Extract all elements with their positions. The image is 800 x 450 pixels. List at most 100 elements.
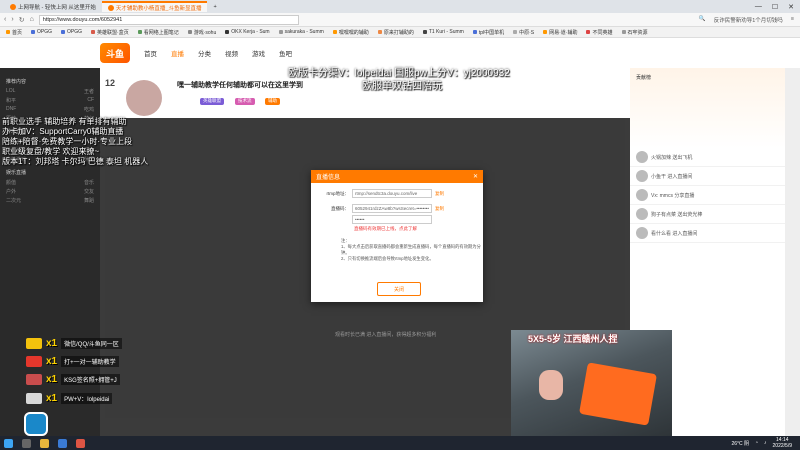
chat-avatar[interactable]	[636, 170, 648, 182]
streamer-avatar[interactable]	[126, 80, 162, 116]
close-icon[interactable]: ✕	[473, 173, 478, 180]
sidebar-category-link[interactable]: 原神	[6, 115, 16, 122]
windows-start-icon[interactable]	[4, 438, 13, 448]
bookmark-item[interactable]: sakuraka - Summ	[278, 29, 324, 35]
select-row: ••••••	[325, 215, 483, 224]
nav-fishbar[interactable]: 鱼吧	[279, 48, 292, 58]
browser-search-hint[interactable]: 🔍 反诈民警新劝导1个月切钱吗 ≡	[699, 16, 800, 24]
bookmark-item[interactable]: OPGG	[61, 29, 82, 35]
sidebar-category-link[interactable]: 单机游戏	[6, 147, 26, 154]
page-scrollbar[interactable]	[785, 68, 800, 436]
room-tag[interactable]: 辅助	[265, 98, 280, 105]
close-window-button[interactable]: ✕	[788, 3, 794, 11]
browser-tab-0[interactable]: 上网导航 - 轻快上网 从这里开始	[4, 1, 102, 12]
browser-icon[interactable]	[58, 438, 67, 448]
chat-text: 小鱼干 进入直播间	[651, 173, 693, 180]
sidebar-category-link[interactable]: 交友	[84, 188, 94, 195]
sidebar-category-link[interactable]: 舞蹈	[84, 197, 94, 204]
sidebar-category-link[interactable]: 手游	[84, 138, 94, 145]
maximize-button[interactable]: ☐	[772, 3, 778, 11]
bookmark-item[interactable]: 中原·S	[513, 29, 534, 36]
new-tab-button[interactable]: +	[207, 1, 222, 12]
room-tag[interactable]: 英雄联盟	[200, 98, 224, 105]
nav-game[interactable]: 游戏	[252, 48, 265, 58]
chat-message: 看什么看 进入直播间	[630, 224, 785, 243]
key-expiry-warning[interactable]: 直播码有效期已上线，点此了解	[354, 226, 483, 232]
task-view-icon[interactable]	[22, 438, 31, 448]
bookmark-item[interactable]: 游戏·sohu	[187, 29, 216, 36]
refresh-icon[interactable]: ↻	[19, 16, 25, 24]
line-select[interactable]: ••••••	[352, 215, 432, 224]
streamer-webcam: 5X5-5岁 江西赣州人捏	[511, 330, 672, 436]
nav-category[interactable]: 分类	[198, 48, 211, 58]
forward-arrow-icon[interactable]: ›	[11, 16, 13, 23]
room-rank: 12	[105, 78, 116, 88]
room-tag[interactable]: 技术流	[235, 98, 255, 105]
sidebar-category-link[interactable]: 颜值	[6, 179, 16, 186]
rtmp-field[interactable]: rtmp://sendtc3a.douyu.com/live	[352, 189, 432, 198]
stream-key-field[interactable]: 6052941rdzZAw8b?wsSecret=••••••••	[352, 204, 432, 213]
bookmark-item[interactable]: 不同英雄	[586, 29, 613, 36]
chat-list: 火锅加辣 送出飞机 小鱼干 进入直播间 Vx: mmcs 分享直播 狗子有点菜 送出荧…	[630, 148, 785, 243]
sidebar-category-link[interactable]: 户外	[6, 188, 16, 195]
file-explorer-icon[interactable]	[40, 438, 49, 448]
sidebar-category-link[interactable]: DNF	[6, 106, 16, 113]
nav-home[interactable]: 首页	[144, 48, 157, 58]
bookmark-item[interactable]: T1 Kuri - Summ	[422, 29, 464, 35]
bookmark-item[interactable]: 原来打辅助的	[377, 29, 414, 36]
chat-text: 火锅加辣 送出飞机	[651, 154, 693, 161]
home-icon[interactable]: ⌂	[30, 16, 34, 23]
bookmark-item[interactable]: 网易·道·辅助	[543, 29, 577, 36]
weather-widget[interactable]: 26°C 阴	[731, 440, 749, 447]
menu-icon[interactable]: ≡	[791, 16, 794, 24]
sidebar-category-link[interactable]: LOL	[6, 88, 15, 95]
rtmp-row: rtmp地址： rtmp://sendtc3a.douyu.com/live 复…	[325, 189, 483, 198]
sidebar-category-link[interactable]: 休闲	[84, 156, 94, 163]
volume-icon[interactable]: ♪	[764, 440, 767, 446]
minimize-button[interactable]: —	[755, 3, 762, 11]
chat-avatar[interactable]	[636, 189, 648, 201]
close-dialog-button[interactable]: 关闭	[377, 282, 421, 296]
copy-rtmp-button[interactable]: 复制	[435, 191, 444, 197]
bookmark-item[interactable]: OPGG	[31, 29, 52, 35]
chat-avatar[interactable]	[636, 151, 648, 163]
sidebar-category-link[interactable]: CF	[87, 97, 94, 104]
copy-key-button[interactable]: 复制	[435, 206, 444, 212]
sidebar-category-link[interactable]: 梦幻	[84, 115, 94, 122]
bookmark-label: 英雄联盟·盒页	[97, 29, 129, 36]
chat-avatar[interactable]	[636, 208, 648, 220]
sidebar-row: 二次元 舞蹈	[6, 197, 94, 204]
sidebar-category-link[interactable]: 吃鸡	[84, 106, 94, 113]
room-header: 12 嘿一辅助教学任何辅助都可以在这里学到 英雄联盟 技术流 辅助	[100, 68, 630, 118]
bookmark-item[interactable]: 看网络上图笔记	[137, 29, 179, 36]
bookmark-item[interactable]: 英雄联盟·盒页	[91, 29, 129, 36]
bookmark-icon	[278, 29, 283, 34]
sidebar-category-link[interactable]: 竞技游戏	[6, 156, 26, 163]
sidebar-category-link[interactable]: 网游	[84, 147, 94, 154]
bookmark-label: 石牢资源	[627, 29, 648, 36]
clock[interactable]: 14:14 2022/5/9	[773, 437, 792, 449]
sidebar-category-link[interactable]: 和平	[6, 97, 16, 104]
browser-tab-1[interactable]: 天才辅助教小杨直播_斗鱼新显直播	[101, 1, 208, 12]
bookmark-label: sakuraka - Summ	[284, 29, 324, 35]
sidebar-category-link[interactable]: 主机游戏	[6, 138, 26, 145]
network-icon[interactable]: ◔	[755, 440, 758, 446]
url-input[interactable]: https://www.douyu.com/6052941	[38, 14, 299, 25]
bookmark-item[interactable]: 首页	[6, 29, 22, 36]
sidebar-section-title: 推荐内容	[6, 79, 27, 85]
bookmark-item[interactable]: 石牢资源	[621, 29, 648, 36]
app-icon[interactable]	[76, 438, 85, 448]
sidebar-category-link[interactable]: 王者	[84, 88, 94, 95]
chat-avatar[interactable]	[636, 227, 648, 239]
back-arrow-icon[interactable]: ‹	[4, 16, 6, 23]
sidebar-category-link[interactable]: 二次元	[6, 197, 21, 204]
douyu-logo[interactable]: 斗鱼	[100, 43, 130, 63]
nav-live[interactable]: 直播	[171, 48, 184, 58]
bookmark-item[interactable]: OKX Kerja - Sum	[225, 29, 270, 35]
sidebar-category-link[interactable]: 音乐	[84, 179, 94, 186]
search-icon: 🔍	[698, 15, 706, 22]
floating-assistant-button[interactable]	[24, 412, 48, 436]
bookmark-item[interactable]: tpl中国单机	[472, 29, 504, 36]
nav-video[interactable]: 视频	[225, 48, 238, 58]
bookmark-item[interactable]: 嘿嘿嘿的辅助	[332, 29, 369, 36]
